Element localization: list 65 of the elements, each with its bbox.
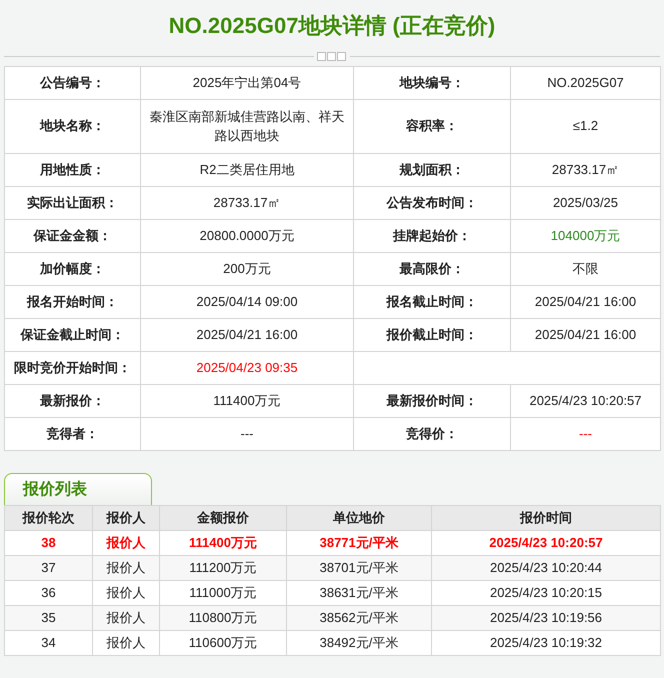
field-label: 最新报价时间： — [354, 384, 510, 418]
field-value: 2025年宁出第04号 — [140, 66, 354, 100]
field-value: 111400万元 — [140, 384, 354, 418]
field-label: 保证金金额： — [4, 220, 140, 252]
table-cell: 报价人 — [92, 556, 160, 580]
field-label: 容积率： — [354, 100, 510, 154]
field-value: 2025/04/14 09:00 — [140, 286, 354, 318]
field-value: 104000万元 — [510, 220, 660, 252]
table-cell: 38492元/平米 — [286, 630, 432, 656]
field-value: ≤1.2 — [510, 100, 660, 154]
table-cell: 34 — [4, 630, 92, 656]
field-value: 秦淮区南部新城佳营路以南、祥天路以西地块 — [140, 100, 354, 154]
field-value: 2025/03/25 — [510, 186, 660, 220]
column-header: 报价轮次 — [4, 506, 92, 530]
field-value: 2025/04/23 09:35 — [140, 352, 354, 384]
field-label: 竞得者： — [4, 418, 140, 450]
field-value: 不限 — [510, 252, 660, 286]
table-cell: 2025/4/23 10:20:44 — [432, 556, 660, 580]
field-label: 公告编号： — [4, 66, 140, 100]
table-cell: 37 — [4, 556, 92, 580]
field-value: 20800.0000万元 — [140, 220, 354, 252]
field-label: 用地性质： — [4, 154, 140, 186]
field-label: 限时竞价开始时间： — [4, 352, 140, 384]
table-cell: 2025/4/23 10:19:56 — [432, 606, 660, 630]
table-cell: 110600万元 — [160, 630, 286, 656]
field-label: 最新报价： — [4, 384, 140, 418]
column-header: 报价人 — [92, 506, 160, 530]
column-header: 单位地价 — [286, 506, 432, 530]
table-cell: 35 — [4, 606, 92, 630]
field-value: 28733.17㎡ — [140, 186, 354, 220]
field-label: 报名截止时间： — [354, 286, 510, 318]
field-value: 2025/4/23 10:20:57 — [510, 384, 660, 418]
field-value: 2025/04/21 16:00 — [510, 286, 660, 318]
field-label: 地块名称： — [4, 100, 140, 154]
field-label: 加价幅度： — [4, 252, 140, 286]
field-value: 2025/04/21 16:00 — [510, 318, 660, 352]
field-value: 2025/04/21 16:00 — [140, 318, 354, 352]
table-cell: 111200万元 — [160, 556, 286, 580]
bid-list-tab[interactable]: 报价列表 — [4, 473, 152, 505]
field-label: 报名开始时间： — [4, 286, 140, 318]
field-label: 公告发布时间： — [354, 186, 510, 220]
table-cell: 38562元/平米 — [286, 606, 432, 630]
field-label: 地块编号： — [354, 66, 510, 100]
page-title: NO.2025G07地块详情 (正在竞价) — [168, 12, 496, 40]
column-header: 报价时间 — [432, 506, 660, 530]
field-value: --- — [510, 418, 660, 450]
table-cell: 38701元/平米 — [286, 556, 432, 580]
field-value: --- — [140, 418, 354, 450]
field-label: 报价截止时间： — [354, 318, 510, 352]
field-label: 最高限价： — [354, 252, 510, 286]
table-cell: 2025/4/23 10:19:32 — [432, 630, 660, 656]
field-value: 28733.17㎡ — [510, 154, 660, 186]
field-label: 挂牌起始价： — [354, 220, 510, 252]
field-label: 规划面积： — [354, 154, 510, 186]
field-value: 200万元 — [140, 252, 354, 286]
field-value: NO.2025G07 — [510, 66, 660, 100]
table-cell: 报价人 — [92, 630, 160, 656]
column-header: 金额报价 — [160, 506, 286, 530]
field-label: 保证金截止时间： — [4, 318, 140, 352]
table-cell: 报价人 — [92, 606, 160, 630]
field-label: 竞得价： — [354, 418, 510, 450]
table-cell: 110800万元 — [160, 606, 286, 630]
divider-ornament-icon — [317, 52, 347, 60]
field-label: 实际出让面积： — [4, 186, 140, 220]
field-value: R2二类居住用地 — [140, 154, 354, 186]
